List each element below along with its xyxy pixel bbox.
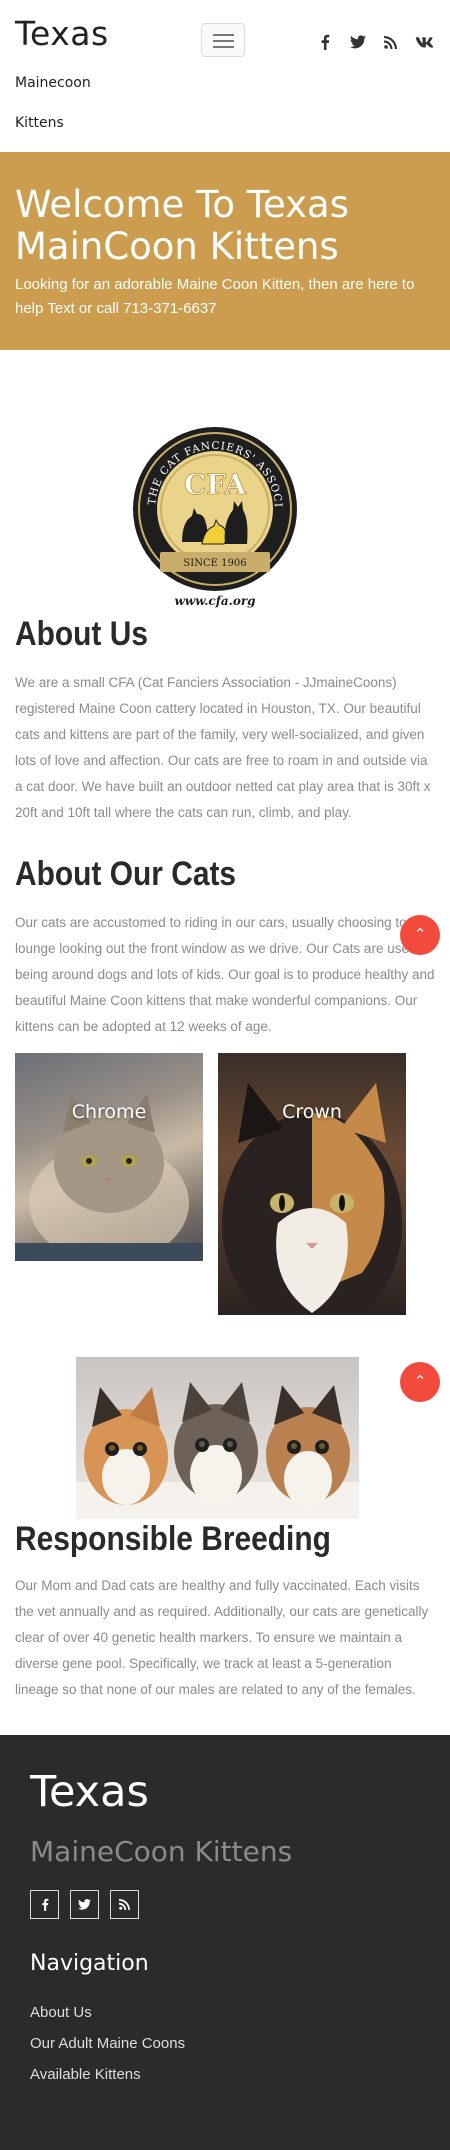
- hamburger-icon: [213, 34, 234, 36]
- footer-social-links: [30, 1890, 139, 1919]
- hamburger-icon-bar: [213, 40, 234, 42]
- hero-title: Welcome To Texas MainCoon Kittens: [15, 183, 349, 268]
- footer-link-adult-maine-coons[interactable]: Our Adult Maine Coons: [30, 2035, 185, 2052]
- svg-text:www.cfa.org: www.cfa.org: [174, 594, 255, 608]
- cat-name-chrome: Chrome: [71, 1101, 147, 1123]
- header-social-links: [308, 33, 440, 51]
- scroll-top-button-2[interactable]: ⌃: [400, 1362, 440, 1402]
- about-cats-heading: About Our Cats: [15, 855, 237, 893]
- chevron-up-icon: ⌃: [413, 926, 427, 943]
- about-us-text: We are a small CFA (Cat Fanciers Associa…: [15, 675, 431, 820]
- about-cats-text: Our cats are accustomed to riding in our…: [15, 915, 435, 1034]
- footer-title: Texas: [30, 1767, 149, 1817]
- footer-link-about-us[interactable]: About Us: [30, 2004, 92, 2021]
- footer-subtitle: MaineCoon Kittens: [30, 1835, 293, 1868]
- chrome-cat-photo: [15, 1093, 203, 1261]
- svg-text:CFA: CFA: [184, 468, 248, 501]
- vk-icon[interactable]: [407, 33, 440, 51]
- cat-name-crown: Crown: [282, 1101, 342, 1123]
- crown-cat-photo: [222, 1083, 402, 1315]
- chevron-up-icon: ⌃: [413, 1373, 427, 1390]
- nav-link-kittens[interactable]: Kittens: [15, 115, 64, 131]
- site-header: Texas Mainecoon Kittens: [0, 0, 450, 152]
- brand-logo-text[interactable]: Texas: [15, 14, 109, 53]
- facebook-icon[interactable]: [308, 33, 341, 51]
- twitter-icon[interactable]: [341, 33, 374, 51]
- rss-icon[interactable]: [374, 33, 407, 51]
- kittens-photo: [76, 1357, 359, 1519]
- cfa-since-text: SINCE 1906: [183, 558, 246, 569]
- nav-link-mainecoon[interactable]: Mainecoon: [15, 75, 91, 91]
- cat-card-crown[interactable]: Crown: [218, 1053, 406, 1315]
- cat-card-chrome[interactable]: Chrome: [15, 1053, 203, 1261]
- hero-subtitle: Looking for an adorable Maine Coon Kitte…: [15, 276, 415, 317]
- about-us-heading: About Us: [15, 615, 148, 653]
- rss-icon[interactable]: [110, 1890, 139, 1919]
- menu-toggle-button[interactable]: [201, 23, 245, 57]
- hero-banner: Welcome To Texas MainCoon Kittens Lookin…: [0, 152, 450, 350]
- cfa-logo: THE CAT FANCIERS' ASSOCIATION CFA SINCE …: [125, 415, 300, 609]
- facebook-icon[interactable]: [30, 1890, 59, 1919]
- site-footer: Texas MaineCoon Kittens Navigation About…: [0, 1735, 450, 2150]
- breeding-text: Our Mom and Dad cats are healthy and ful…: [15, 1578, 429, 1697]
- twitter-icon[interactable]: [70, 1890, 99, 1919]
- hamburger-icon-bar: [213, 46, 234, 48]
- footer-link-available-kittens[interactable]: Available Kittens: [30, 2066, 141, 2083]
- breeding-heading: Responsible Breeding: [15, 1520, 331, 1558]
- kittens-image: [76, 1382, 359, 1519]
- scroll-top-button[interactable]: ⌃: [400, 915, 440, 955]
- footer-nav-heading: Navigation: [30, 1951, 149, 1976]
